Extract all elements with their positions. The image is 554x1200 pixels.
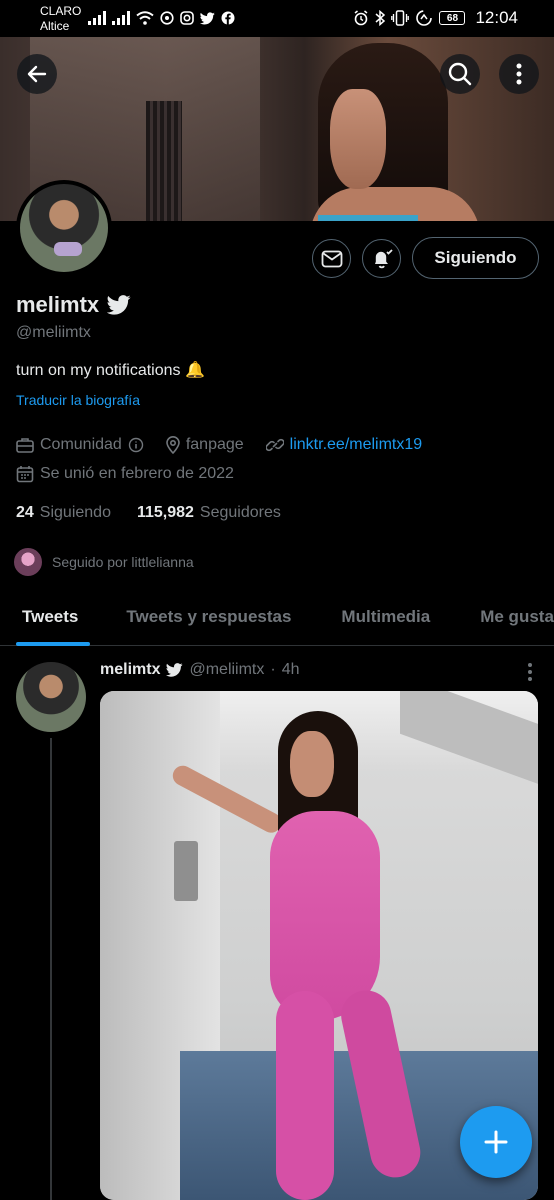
following-label[interactable]: Siguiendo <box>40 504 111 522</box>
verified-badge-icon <box>166 663 184 677</box>
tab-media[interactable]: Multimedia <box>307 588 446 646</box>
status-bar: CLARO Altice 68 12:04 <box>0 0 554 37</box>
battery-indicator: 68 <box>439 11 466 25</box>
compose-tweet-button[interactable] <box>460 1106 532 1178</box>
compose-plus-icon <box>484 1130 508 1154</box>
alarm-icon <box>354 10 368 26</box>
whatsapp-icon <box>160 11 174 25</box>
mail-icon <box>321 250 342 267</box>
more-options-button[interactable] <box>499 54 539 94</box>
profile-avatar[interactable] <box>16 180 112 276</box>
tab-tweets[interactable]: Tweets <box>0 588 94 646</box>
media-person-face <box>290 731 334 797</box>
calendar-icon <box>16 466 34 483</box>
link-icon <box>265 438 284 452</box>
media-person-leg <box>276 991 334 1200</box>
bluetooth-icon <box>375 10 386 26</box>
dot <box>528 677 532 681</box>
message-button[interactable] <box>312 239 351 278</box>
profile-website-link[interactable]: linktr.ee/melimtx19 <box>290 436 423 454</box>
tweet-time: 4h <box>281 661 300 678</box>
profile-bio: turn on my notifications 🔔 <box>16 362 205 379</box>
profile-name-row: melimtx <box>16 292 131 318</box>
more-vertical-icon <box>516 63 522 85</box>
tweet-header: melimtx @meliimtx · 4h <box>100 661 300 679</box>
instagram-icon <box>180 11 194 25</box>
followed-by-text: Seguido por littlelianna <box>52 554 194 570</box>
status-icons-right: 68 12:04 <box>353 8 518 28</box>
profile-joined-row: Se unió en febrero de 2022 <box>16 465 234 483</box>
follower-avatar <box>12 546 44 578</box>
banner-top <box>318 215 418 221</box>
vibrate-icon <box>391 10 410 26</box>
category-icon <box>16 438 34 453</box>
profile-tabs: Tweets Tweets y respuestas Multimedia Me… <box>0 588 554 646</box>
profile-joined-date: Se unió en febrero de 2022 <box>40 465 234 482</box>
bell-icon <box>374 248 393 268</box>
location-icon <box>166 436 180 454</box>
tweet-separator: · <box>270 661 276 678</box>
following-count[interactable]: 24 <box>16 504 34 522</box>
following-button[interactable]: Siguiendo <box>412 237 539 279</box>
tweet-author-handle[interactable]: @meliimtx <box>189 661 264 679</box>
status-icons-left <box>88 8 235 28</box>
followers-label[interactable]: Seguidores <box>200 504 281 522</box>
data-saver-icon <box>416 10 433 26</box>
facebook-status-icon <box>221 11 235 25</box>
followers-count[interactable]: 115,982 <box>137 504 194 522</box>
carrier-label: CLARO Altice <box>40 4 81 34</box>
notifications-button[interactable] <box>362 239 401 278</box>
profile-name: melimtx <box>16 292 100 317</box>
back-button[interactable] <box>17 54 57 94</box>
back-arrow-icon <box>27 65 47 83</box>
search-icon <box>448 62 472 86</box>
wifi-icon <box>136 11 154 25</box>
tab-likes[interactable]: Me gusta <box>446 588 554 646</box>
profile-category: Comunidad <box>40 436 122 453</box>
tweet-author-name[interactable]: melimtx <box>100 661 160 679</box>
thread-line <box>50 738 52 1200</box>
info-icon[interactable] <box>128 437 144 453</box>
banner-radiator <box>146 101 182 221</box>
carrier-secondary-name: Altice <box>40 19 70 33</box>
profile-handle: @meliimtx <box>16 324 91 341</box>
dot <box>528 670 532 674</box>
media-wall-box <box>174 841 198 901</box>
clock: 12:04 <box>475 8 518 27</box>
translate-bio-link[interactable]: Traducir la biografía <box>16 392 140 408</box>
signal-icon <box>88 11 106 25</box>
search-button[interactable] <box>440 54 480 94</box>
carrier-name: CLARO <box>40 4 82 18</box>
tweet-more-button[interactable] <box>520 660 540 684</box>
banner-face <box>330 89 386 189</box>
profile-location: fanpage <box>185 436 244 453</box>
tab-tweets-and-replies[interactable]: Tweets y respuestas <box>94 588 307 646</box>
signal-2-icon <box>112 11 130 25</box>
follow-counts: 24 Siguiendo 115,982 Seguidores <box>16 504 281 522</box>
avatar-detail <box>54 242 82 256</box>
profile-meta-row: Comunidad fanpage linktr.ee/melimtx19 <box>16 436 422 454</box>
twitter-status-icon <box>200 11 215 24</box>
followed-by-row[interactable]: Seguido por littlelianna <box>12 546 194 578</box>
dot <box>528 663 532 667</box>
tweet-author-avatar[interactable] <box>16 662 86 732</box>
verified-badge-icon <box>107 295 131 315</box>
